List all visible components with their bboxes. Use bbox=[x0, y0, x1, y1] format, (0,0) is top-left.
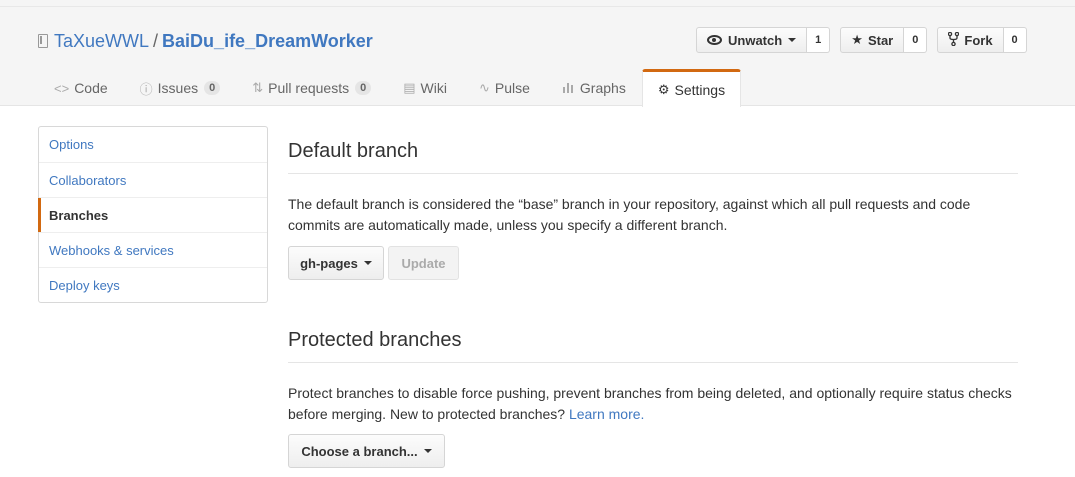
branch-select-button[interactable]: gh-pages bbox=[288, 246, 384, 280]
sidebar-item-webhooks[interactable]: Webhooks & services bbox=[39, 232, 267, 267]
choose-branch-button[interactable]: Choose a branch... bbox=[288, 434, 445, 468]
repo-nav-tabs: <> Code ⓘ Issues 0 ⇅ Pull requests 0 ▤ W… bbox=[38, 69, 742, 107]
eye-icon bbox=[707, 35, 722, 45]
fork-label: Fork bbox=[964, 32, 993, 48]
default-branch-description: The default branch is considered the “ba… bbox=[288, 196, 971, 233]
tab-pulse-label: Pulse bbox=[494, 80, 530, 96]
fork-button[interactable]: Fork bbox=[937, 27, 1004, 53]
sidebar-item-collaborators[interactable]: Collaborators bbox=[39, 162, 267, 197]
tab-graphs[interactable]: Graphs bbox=[546, 69, 642, 106]
choose-branch-label: Choose a branch... bbox=[301, 443, 418, 459]
graph-icon bbox=[562, 81, 575, 96]
code-icon: <> bbox=[54, 80, 70, 96]
tab-wiki[interactable]: ▤ Wiki bbox=[387, 69, 463, 106]
tab-pulse[interactable]: ∿ Pulse bbox=[463, 69, 546, 106]
fork-count[interactable]: 0 bbox=[1003, 27, 1027, 53]
chevron-down-icon bbox=[788, 38, 797, 42]
unwatch-label: Unwatch bbox=[728, 32, 783, 48]
issue-icon: ⓘ bbox=[139, 81, 153, 97]
star-count[interactable]: 0 bbox=[904, 27, 928, 53]
watch-count[interactable]: 1 bbox=[807, 27, 831, 53]
repo-header: TaXueWWL / BaiDu_ife_DreamWorker Unwatch 1… bbox=[0, 0, 1075, 107]
protected-branches-heading: Protected branches bbox=[288, 329, 1018, 363]
tab-wiki-label: Wiki bbox=[420, 80, 447, 96]
star-icon: ★ bbox=[851, 32, 863, 47]
default-branch-heading: Default branch bbox=[288, 140, 1018, 174]
chevron-down-icon bbox=[363, 261, 372, 265]
tab-settings-label: Settings bbox=[674, 81, 726, 98]
watch-action: Unwatch 1 bbox=[696, 27, 831, 53]
unwatch-button[interactable]: Unwatch bbox=[696, 27, 808, 53]
star-label: Star bbox=[867, 32, 894, 48]
sidebar-item-deploy-keys[interactable]: Deploy keys bbox=[39, 267, 267, 302]
repo-title: TaXueWWL / BaiDu_ife_DreamWorker bbox=[38, 30, 373, 52]
pulse-icon: ∿ bbox=[478, 80, 490, 95]
tab-pull-requests-label: Pull requests bbox=[268, 80, 350, 96]
settings-sidebar: Options Collaborators Branches Webhooks … bbox=[38, 126, 268, 303]
pull-request-icon: ⇅ bbox=[252, 80, 264, 95]
update-button[interactable]: Update bbox=[388, 246, 459, 280]
tab-settings[interactable]: ⚙ Settings bbox=[641, 69, 742, 107]
repo-actions: Unwatch 1 ★ Star 0 Fork 0 bbox=[696, 27, 1037, 53]
chevron-down-icon bbox=[423, 449, 432, 453]
sidebar-item-options[interactable]: Options bbox=[39, 127, 267, 162]
repo-owner-link[interactable]: TaXueWWL bbox=[54, 31, 149, 51]
tab-code[interactable]: <> Code bbox=[38, 69, 124, 106]
branch-select-label: gh-pages bbox=[300, 255, 358, 271]
star-action: ★ Star 0 bbox=[840, 27, 928, 53]
tab-code-label: Code bbox=[74, 80, 108, 96]
gear-icon: ⚙ bbox=[657, 81, 670, 97]
repo-title-separator: / bbox=[153, 31, 159, 51]
protected-branches-text: Protect branches to disable force pushin… bbox=[288, 385, 1012, 422]
tab-pull-requests[interactable]: ⇅ Pull requests 0 bbox=[236, 69, 387, 106]
book-icon: ▤ bbox=[403, 80, 416, 95]
header-divider bbox=[0, 6, 1075, 7]
sidebar-item-branches[interactable]: Branches bbox=[38, 197, 267, 232]
repo-name-link[interactable]: BaiDu_ife_DreamWorker bbox=[162, 31, 373, 51]
protected-branches-description: Protect branches to disable force pushin… bbox=[288, 383, 1018, 425]
tab-graphs-label: Graphs bbox=[579, 80, 626, 96]
pull-requests-count-badge: 0 bbox=[355, 81, 372, 95]
star-button[interactable]: ★ Star bbox=[840, 27, 905, 53]
tab-issues-label: Issues bbox=[157, 80, 199, 96]
issues-count-badge: 0 bbox=[204, 81, 221, 95]
fork-action: Fork 0 bbox=[937, 27, 1027, 53]
repo-icon bbox=[38, 34, 48, 48]
fork-icon bbox=[948, 31, 960, 49]
tab-issues[interactable]: ⓘ Issues 0 bbox=[124, 69, 237, 106]
learn-more-link[interactable]: Learn more. bbox=[569, 406, 644, 422]
